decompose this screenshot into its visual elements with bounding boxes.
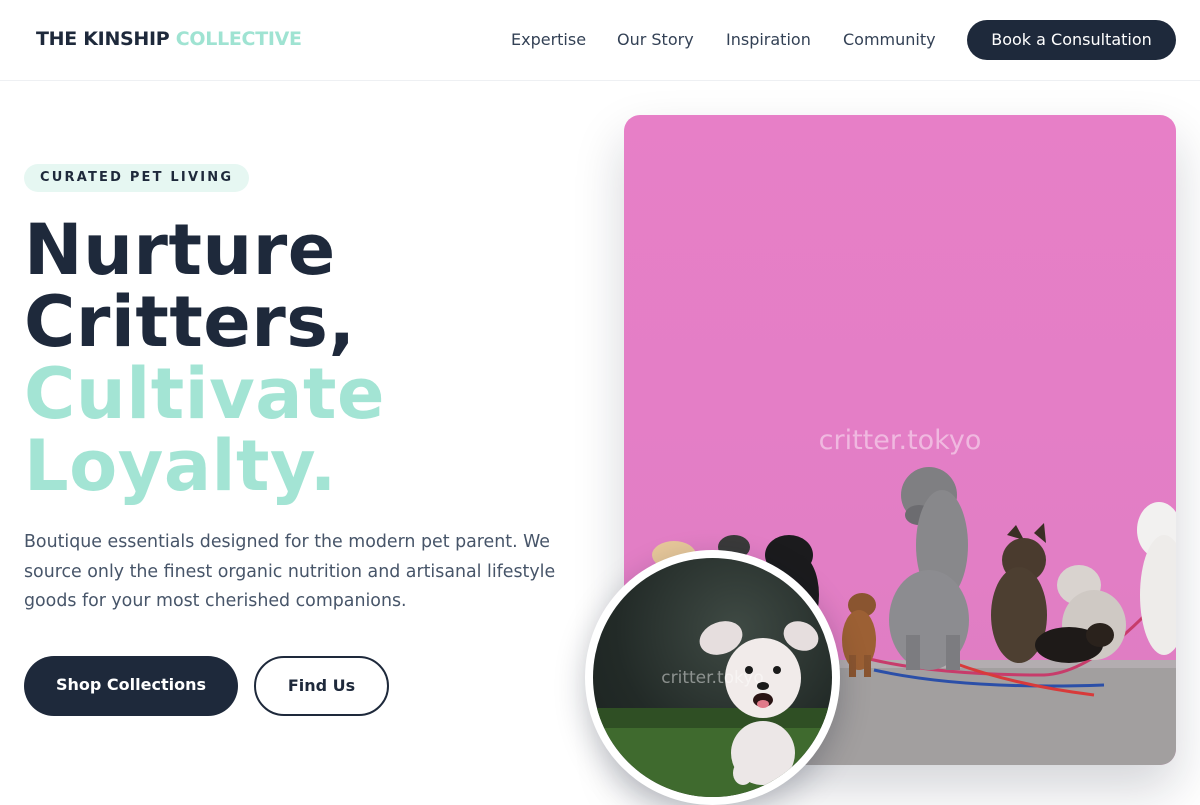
headline-line-3: Cultivate [24, 353, 385, 435]
nav-link-our-story[interactable]: Our Story [617, 30, 694, 49]
hero-eyebrow-badge: CURATED PET LIVING [24, 164, 250, 192]
main-photo-watermark: critter.tokyo [818, 425, 982, 456]
shop-collections-button[interactable]: Shop Collections [24, 656, 238, 716]
top-nav: THE KINSHIP COLLECTIVE Expertise Our Sto… [0, 0, 1200, 81]
inset-photo-watermark: critter.tokyo [661, 668, 764, 688]
find-us-button[interactable]: Find Us [254, 656, 389, 716]
inset-photo-frame: critter.tokyo [593, 558, 832, 797]
book-consultation-button[interactable]: Book a Consultation [967, 20, 1176, 60]
headline-line-1: Nurture [24, 209, 336, 291]
nav-link-community[interactable]: Community [843, 30, 936, 49]
headline-line-2: Critters, [24, 281, 356, 363]
headline-line-4: Loyalty. [24, 425, 337, 507]
nav-link-inspiration[interactable]: Inspiration [726, 30, 811, 49]
hero-inset-photo: critter.tokyo [585, 550, 840, 805]
hero-headline: Nurture Critters, Cultivate Loyalty. [24, 214, 385, 502]
hero-lead-paragraph: Boutique essentials designed for the mod… [24, 532, 556, 611]
nav-link-expertise[interactable]: Expertise [511, 30, 586, 49]
